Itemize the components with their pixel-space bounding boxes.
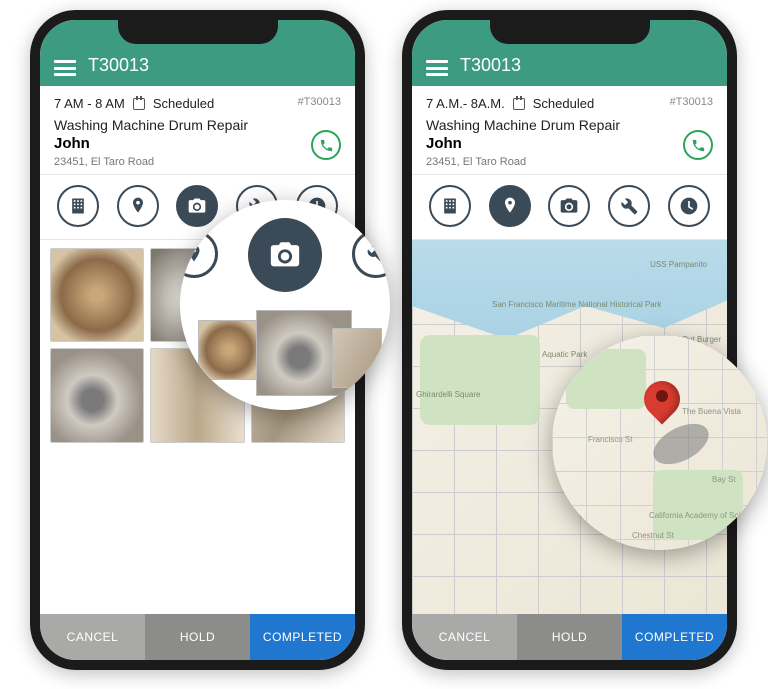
tab-photos[interactable] <box>248 218 322 292</box>
ticket-customer: John <box>426 135 713 152</box>
ticket-card: 7 A.M.- 8A.M. Scheduled #T30013 Washing … <box>412 86 727 175</box>
ticket-id: #T30013 <box>298 96 341 108</box>
tab-photos[interactable] <box>548 185 590 227</box>
photo-thumb[interactable] <box>198 320 260 380</box>
notch <box>490 18 650 44</box>
photo-thumb[interactable] <box>332 328 382 388</box>
hold-button[interactable]: HOLD <box>517 614 622 660</box>
callout-photos <box>180 200 390 410</box>
cancel-button[interactable]: CANCEL <box>412 614 517 660</box>
building-icon <box>68 196 88 216</box>
tab-photos[interactable] <box>176 185 218 227</box>
page-title: T30013 <box>88 55 149 76</box>
map-label: USS Pampanito <box>650 260 707 269</box>
ticket-address: 23451, El Taro Road <box>426 156 713 168</box>
menu-icon[interactable] <box>54 60 76 76</box>
ticket-status: Scheduled <box>533 96 594 111</box>
photo-thumb[interactable] <box>50 248 144 342</box>
tab-tools[interactable] <box>352 230 390 278</box>
completed-button[interactable]: COMPLETED <box>250 614 355 660</box>
ticket-title: Washing Machine Drum Repair <box>426 117 713 133</box>
pin-icon <box>128 196 148 216</box>
calendar-icon <box>133 98 145 110</box>
map-label: California Academy of Science & Technolo… <box>649 511 739 520</box>
map-water <box>412 240 727 350</box>
callout-map: Francisco St Bay St Chestnut St The Buen… <box>552 335 767 550</box>
building-icon <box>440 196 460 216</box>
tab-location[interactable] <box>180 230 218 278</box>
cancel-button[interactable]: CANCEL <box>40 614 145 660</box>
page-title: T30013 <box>460 55 521 76</box>
map-pin[interactable] <box>644 381 680 433</box>
tab-details[interactable] <box>57 185 99 227</box>
pin-icon <box>183 243 205 265</box>
ticket-customer: John <box>54 135 341 152</box>
tab-tools[interactable] <box>608 185 650 227</box>
map-label: San Francisco Maritime National Historic… <box>492 300 661 309</box>
ticket-address: 23451, El Taro Road <box>54 156 341 168</box>
map-zoom[interactable]: Francisco St Bay St Chestnut St The Buen… <box>552 335 767 550</box>
wrench-icon <box>619 196 639 216</box>
pin-icon <box>500 196 520 216</box>
footer-bar: CANCEL HOLD COMPLETED <box>40 614 355 660</box>
tab-location[interactable] <box>489 185 531 227</box>
phone-icon <box>691 138 706 153</box>
map-park <box>566 349 646 409</box>
phone-icon <box>319 138 334 153</box>
ticket-status: Scheduled <box>153 96 214 111</box>
calendar-icon <box>513 98 525 110</box>
notch <box>118 18 278 44</box>
menu-icon[interactable] <box>426 60 448 76</box>
hold-button[interactable]: HOLD <box>145 614 250 660</box>
camera-icon <box>187 196 207 216</box>
ticket-card: 7 AM - 8 AM Scheduled #T30013 Washing Ma… <box>40 86 355 175</box>
photo-thumb[interactable] <box>50 348 144 442</box>
ticket-id: #T30013 <box>670 96 713 108</box>
camera-icon <box>268 238 302 272</box>
map-label: The Buena Vista <box>682 407 741 416</box>
wrench-icon <box>365 243 387 265</box>
tab-details[interactable] <box>429 185 471 227</box>
ticket-time: 7 A.M.- 8A.M. <box>426 96 505 111</box>
map-park <box>420 335 540 425</box>
completed-button[interactable]: COMPLETED <box>622 614 727 660</box>
map-label: Chestnut St <box>632 531 674 540</box>
map-label: Bay St <box>712 475 736 484</box>
camera-icon <box>559 196 579 216</box>
tab-bar <box>412 175 727 240</box>
photo-preview <box>198 310 372 400</box>
map-label: Ghirardelli Square <box>416 390 480 399</box>
call-button[interactable] <box>683 130 713 160</box>
footer-bar: CANCEL HOLD COMPLETED <box>412 614 727 660</box>
map-label: Francisco St <box>588 435 632 444</box>
ticket-title: Washing Machine Drum Repair <box>54 117 341 133</box>
ticket-time: 7 AM - 8 AM <box>54 96 125 111</box>
clock-icon <box>679 196 699 216</box>
tab-location[interactable] <box>117 185 159 227</box>
call-button[interactable] <box>311 130 341 160</box>
tab-time[interactable] <box>668 185 710 227</box>
